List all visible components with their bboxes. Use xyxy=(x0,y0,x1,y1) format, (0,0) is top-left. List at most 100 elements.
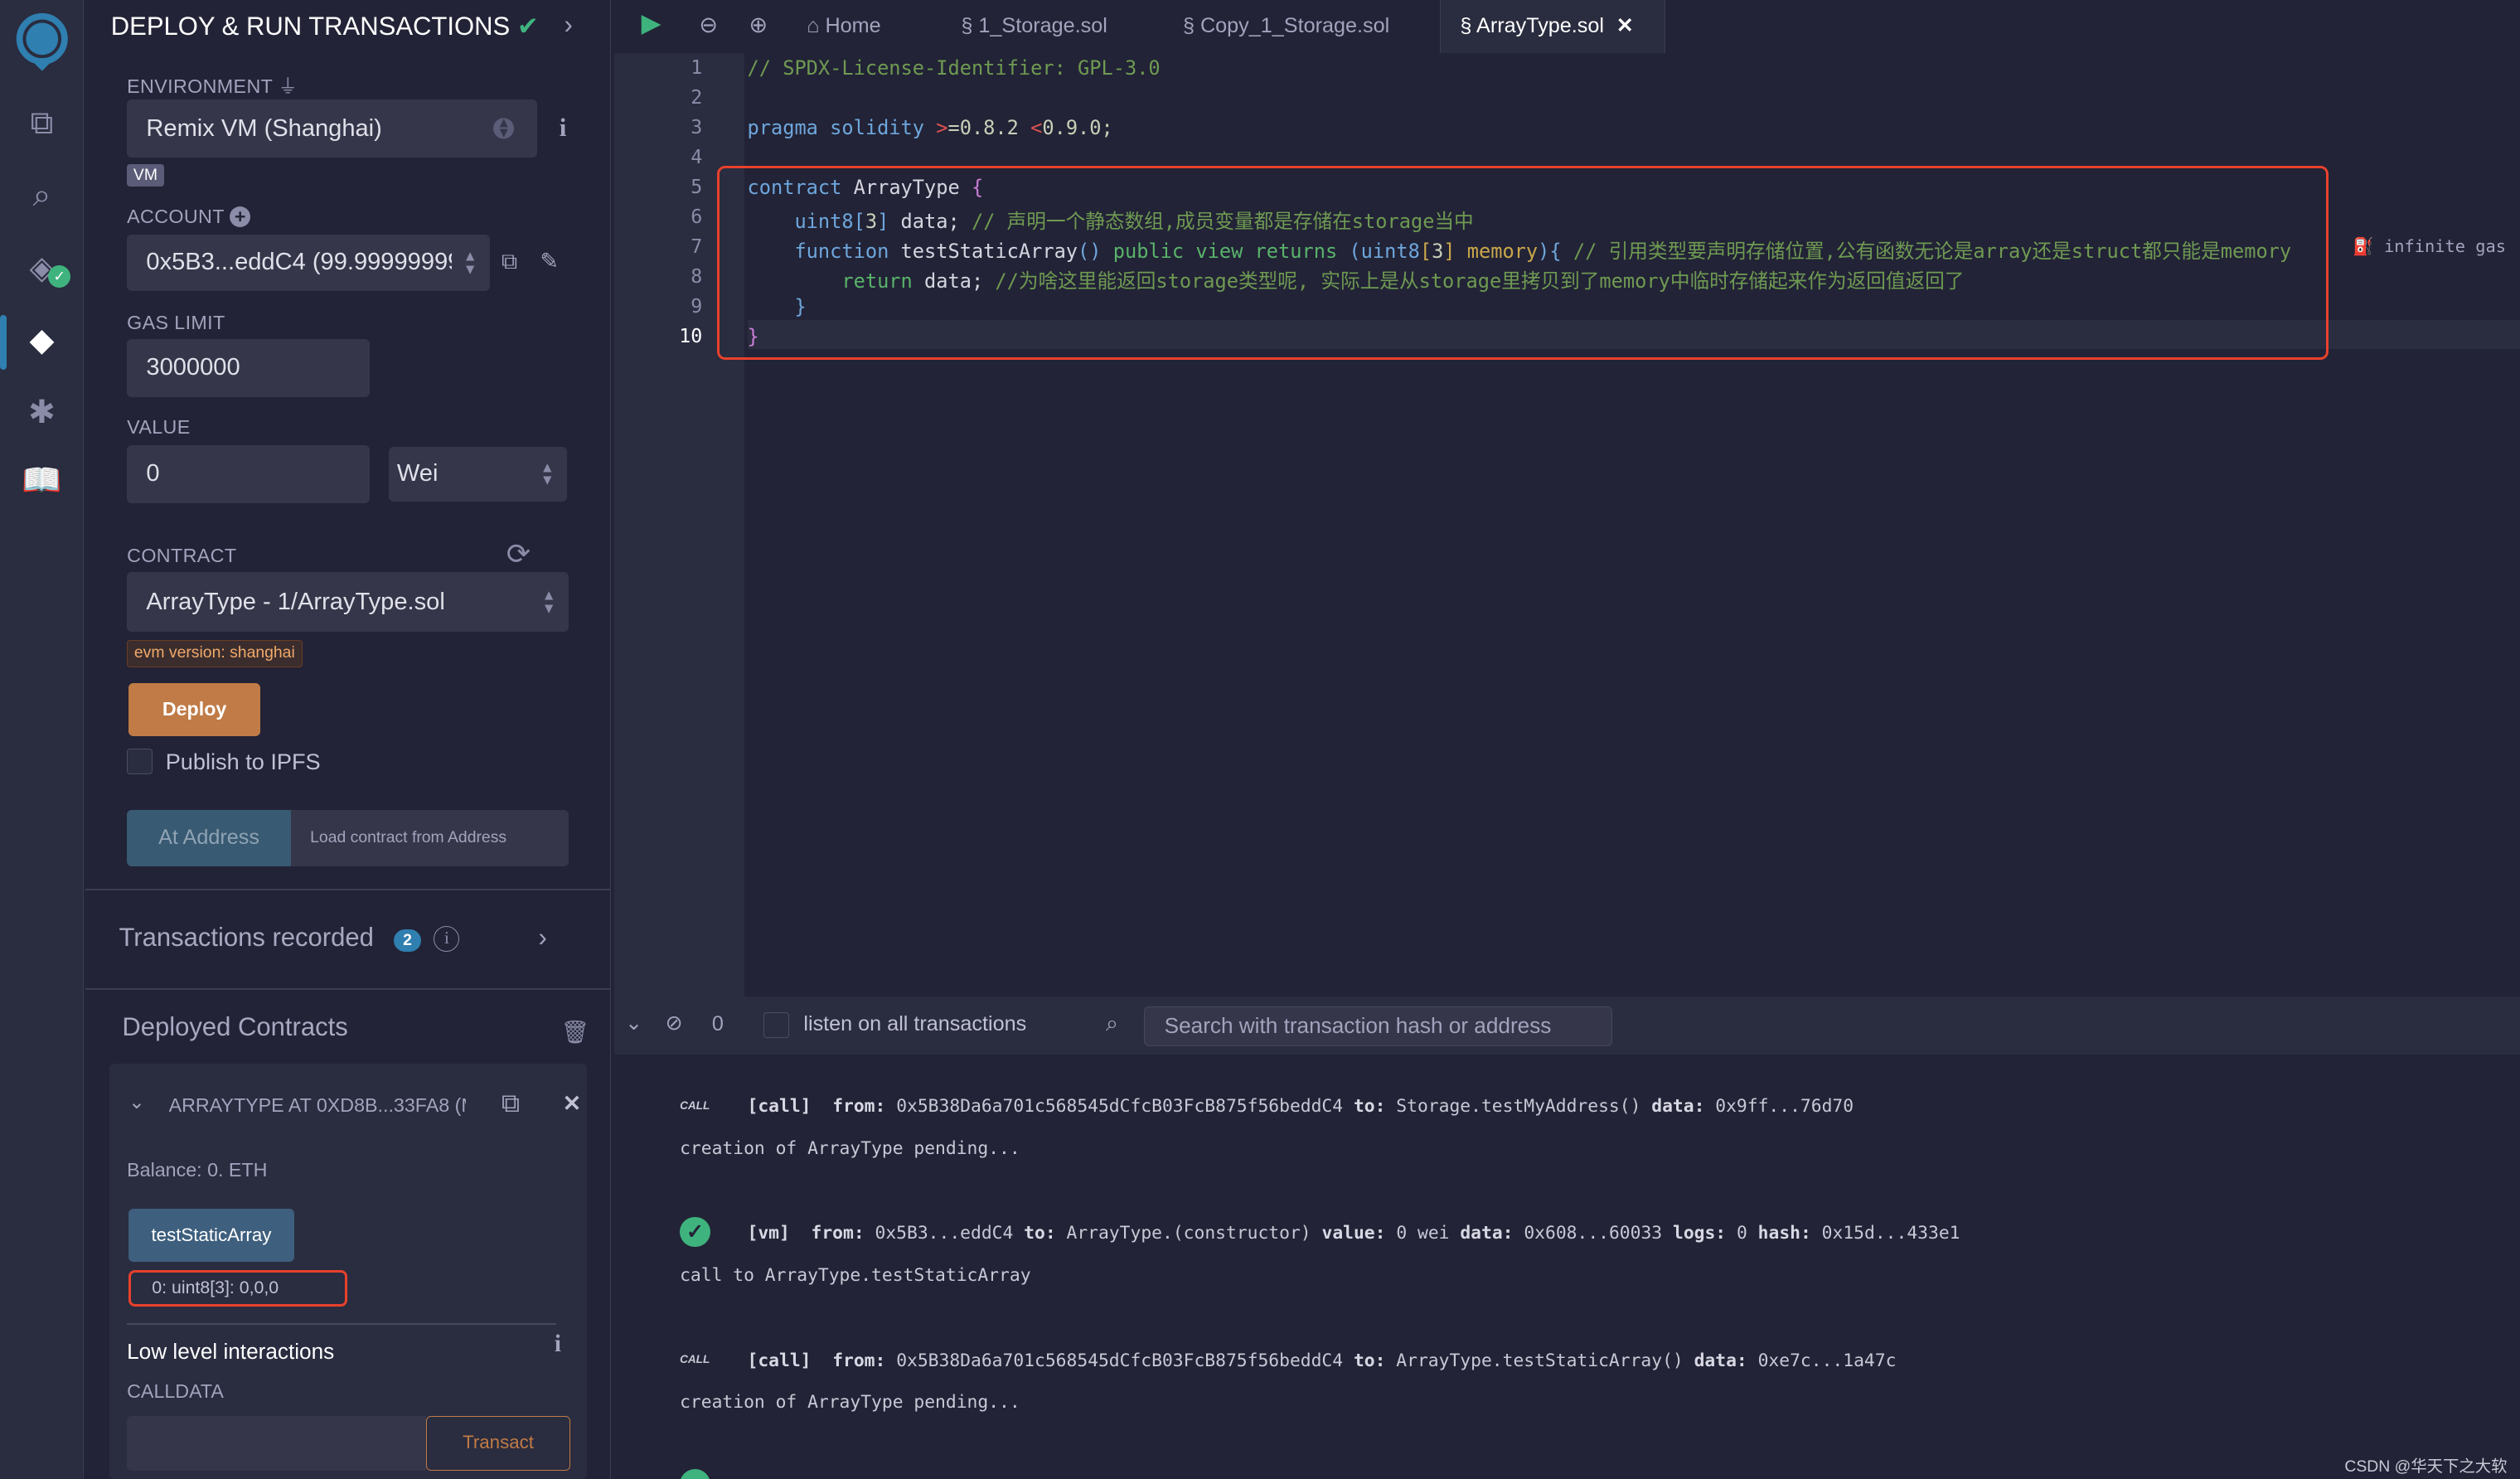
check-icon: ✔ xyxy=(516,11,539,41)
log-value: 0x608...60033 xyxy=(1524,1223,1663,1244)
collapse-terminal-icon[interactable]: ⌄ xyxy=(625,1011,642,1035)
search-icon[interactable]: ⌕ xyxy=(19,173,64,218)
deploy-run-icon[interactable]: ◆ xyxy=(19,318,64,363)
chevron-down-icon[interactable]: ⌄ xyxy=(128,1091,144,1113)
remix-logo-icon[interactable] xyxy=(10,10,75,75)
value-unit-select[interactable]: Wei ▲ ▼ xyxy=(389,446,568,502)
environment-select[interactable]: Remix VM (Shanghai) ▲ ▼ xyxy=(127,99,537,158)
terminal-search-input[interactable]: Search with transaction hash or address xyxy=(1144,1006,1612,1047)
log-key: data: xyxy=(1460,1223,1514,1244)
code-token: > xyxy=(936,115,948,139)
info-icon[interactable]: i xyxy=(560,113,567,143)
run-script-icon[interactable]: ▶ xyxy=(642,8,662,38)
solidity-file-icon: § xyxy=(961,14,973,37)
log-value: 0x5B3...eddC4 xyxy=(875,1223,1014,1244)
copy-address-icon[interactable]: ⧉ xyxy=(502,1089,520,1119)
pending-count: 0 xyxy=(711,1012,724,1036)
log-key: from: xyxy=(832,1350,886,1371)
at-address-button[interactable]: At Address xyxy=(127,810,291,866)
log-key: data: xyxy=(1694,1350,1747,1371)
log-key: to: xyxy=(1024,1223,1056,1244)
log-entry[interactable]: [call] from: 0x5B38Da6a701c568545dCfcB03… xyxy=(748,1096,1864,1117)
zoom-in-icon[interactable]: ⊕ xyxy=(749,12,768,38)
chevron-right-icon[interactable]: › xyxy=(565,10,573,40)
call-badge-icon: CALL xyxy=(680,1353,710,1366)
environment-label-text: ENVIRONMENT xyxy=(127,75,273,98)
line-number: 3 xyxy=(691,115,703,138)
tab-home[interactable]: ⌂ Home xyxy=(807,0,880,53)
value-input[interactable]: 0 xyxy=(127,445,370,503)
file-explorer-icon[interactable]: ⧉ xyxy=(19,101,64,146)
line-number: 5 xyxy=(691,176,703,199)
info-icon[interactable]: i xyxy=(434,925,460,952)
listen-checkbox[interactable] xyxy=(763,1012,789,1039)
low-level-interactions-label: Low level interactions xyxy=(127,1339,335,1365)
copy-icon[interactable]: ⧉ xyxy=(502,248,517,275)
line-number: 1 xyxy=(691,56,703,79)
highlight-box xyxy=(716,165,2329,361)
account-label-text: ACCOUNT xyxy=(127,206,225,228)
environment-label: ENVIRONMENT ⏚ xyxy=(127,70,298,99)
value-label: VALUE xyxy=(127,416,191,439)
contract-select[interactable]: ArrayType - 1/ArrayType.sol ▲ ▼ xyxy=(127,572,569,632)
deployed-instance: ⌄ ARRAYTYPE AT 0XD8B...33FA8 (MI ⧉ ✕ Bal… xyxy=(109,1064,587,1479)
log-message: call to ArrayType.testStaticArray xyxy=(680,1264,1031,1286)
test-static-array-button[interactable]: testStaticArray xyxy=(128,1208,294,1262)
call-badge-icon: CALL xyxy=(680,1099,710,1113)
log-message: creation of ArrayType pending... xyxy=(680,1137,1020,1159)
line-number: 2 xyxy=(691,85,703,109)
code-token: 0.9.0; xyxy=(1042,115,1113,139)
log-tag: [call] xyxy=(747,1350,812,1371)
solidity-compiler-icon[interactable]: ◈ ✓ xyxy=(19,246,71,291)
zoom-out-icon[interactable]: ⊖ xyxy=(699,12,718,38)
chevron-right-icon[interactable]: › xyxy=(538,923,546,953)
code-token: pragma solidity xyxy=(747,115,937,139)
instance-title[interactable]: ARRAYTYPE AT 0XD8B...33FA8 (MI xyxy=(169,1094,467,1117)
debugger-icon[interactable]: ✱ xyxy=(19,390,64,435)
select-arrows-icon: ▲ ▼ xyxy=(540,458,555,488)
gas-estimate: ⛽ infinite gas xyxy=(2353,236,2506,256)
info-icon[interactable]: i xyxy=(555,1331,561,1358)
gas-estimate-text: infinite gas xyxy=(2383,236,2506,256)
success-check-icon xyxy=(680,1469,710,1479)
solidity-file-icon: § xyxy=(1460,14,1472,37)
account-select[interactable]: 0x5B3...eddC4 (99.999999999 ▲ ▼ xyxy=(127,235,491,291)
calldata-input[interactable] xyxy=(127,1416,426,1471)
deploy-button[interactable]: Deploy xyxy=(128,682,261,736)
at-address-input[interactable]: Load contract from Address xyxy=(290,810,569,866)
learneth-icon[interactable]: 📖 xyxy=(19,458,64,503)
transactions-recorded-label: Transactions recorded xyxy=(119,922,374,952)
clear-console-icon[interactable]: ⊘ xyxy=(666,1011,683,1035)
edit-icon[interactable]: ✎ xyxy=(540,248,559,274)
code-line[interactable]: pragma solidity >=0.8.2 <0.9.0; xyxy=(748,116,1113,139)
divider xyxy=(85,889,611,891)
close-tab-icon[interactable]: ✕ xyxy=(1616,14,1634,37)
log-entry[interactable]: [call] from: 0x5B38Da6a701c568545dCfcB03… xyxy=(748,1350,1907,1371)
line-number: 7 xyxy=(691,235,703,259)
listen-label: listen on all transactions xyxy=(803,1012,1027,1036)
calldata-label: CALLDATA xyxy=(127,1380,224,1403)
environment-value: Remix VM (Shanghai) xyxy=(146,114,382,142)
plus-circle-icon[interactable]: + xyxy=(230,206,251,228)
line-number: 9 xyxy=(691,295,703,318)
select-arrows-icon: ▲ ▼ xyxy=(463,247,477,277)
log-value: 0x9ff...76d70 xyxy=(1715,1096,1854,1118)
balance-text: Balance: 0. ETH xyxy=(127,1158,268,1181)
trash-icon[interactable]: 🗑 xyxy=(561,1019,589,1045)
tab-copy-1-storage[interactable]: § Copy_1_Storage.sol xyxy=(1183,0,1389,53)
publish-ipfs-checkbox[interactable] xyxy=(127,749,153,775)
close-icon[interactable]: ✕ xyxy=(563,1090,582,1117)
transact-button[interactable]: Transact xyxy=(425,1416,571,1471)
value-unit: Wei xyxy=(396,460,439,487)
vm-badge: VM xyxy=(127,163,164,187)
code-line[interactable]: // SPDX-License-Identifier: GPL-3.0 xyxy=(748,56,1161,80)
code-token: =0.8.2 xyxy=(947,115,1031,139)
function-result: 0: uint8[3]: 0,0,0 xyxy=(128,1269,347,1307)
line-number: 10 xyxy=(679,325,703,348)
tab-arraytype[interactable]: § ArrayType.sol ✕ xyxy=(1440,0,1665,53)
log-entry[interactable]: [vm] from: 0x5B3...eddC4 to: ArrayType.(… xyxy=(748,1223,1971,1244)
gas-limit-input[interactable]: 3000000 xyxy=(127,339,370,397)
tab-1-storage[interactable]: § 1_Storage.sol xyxy=(961,0,1107,53)
account-label: ACCOUNT + xyxy=(127,206,251,228)
refresh-icon[interactable]: ⟳ xyxy=(506,538,531,571)
